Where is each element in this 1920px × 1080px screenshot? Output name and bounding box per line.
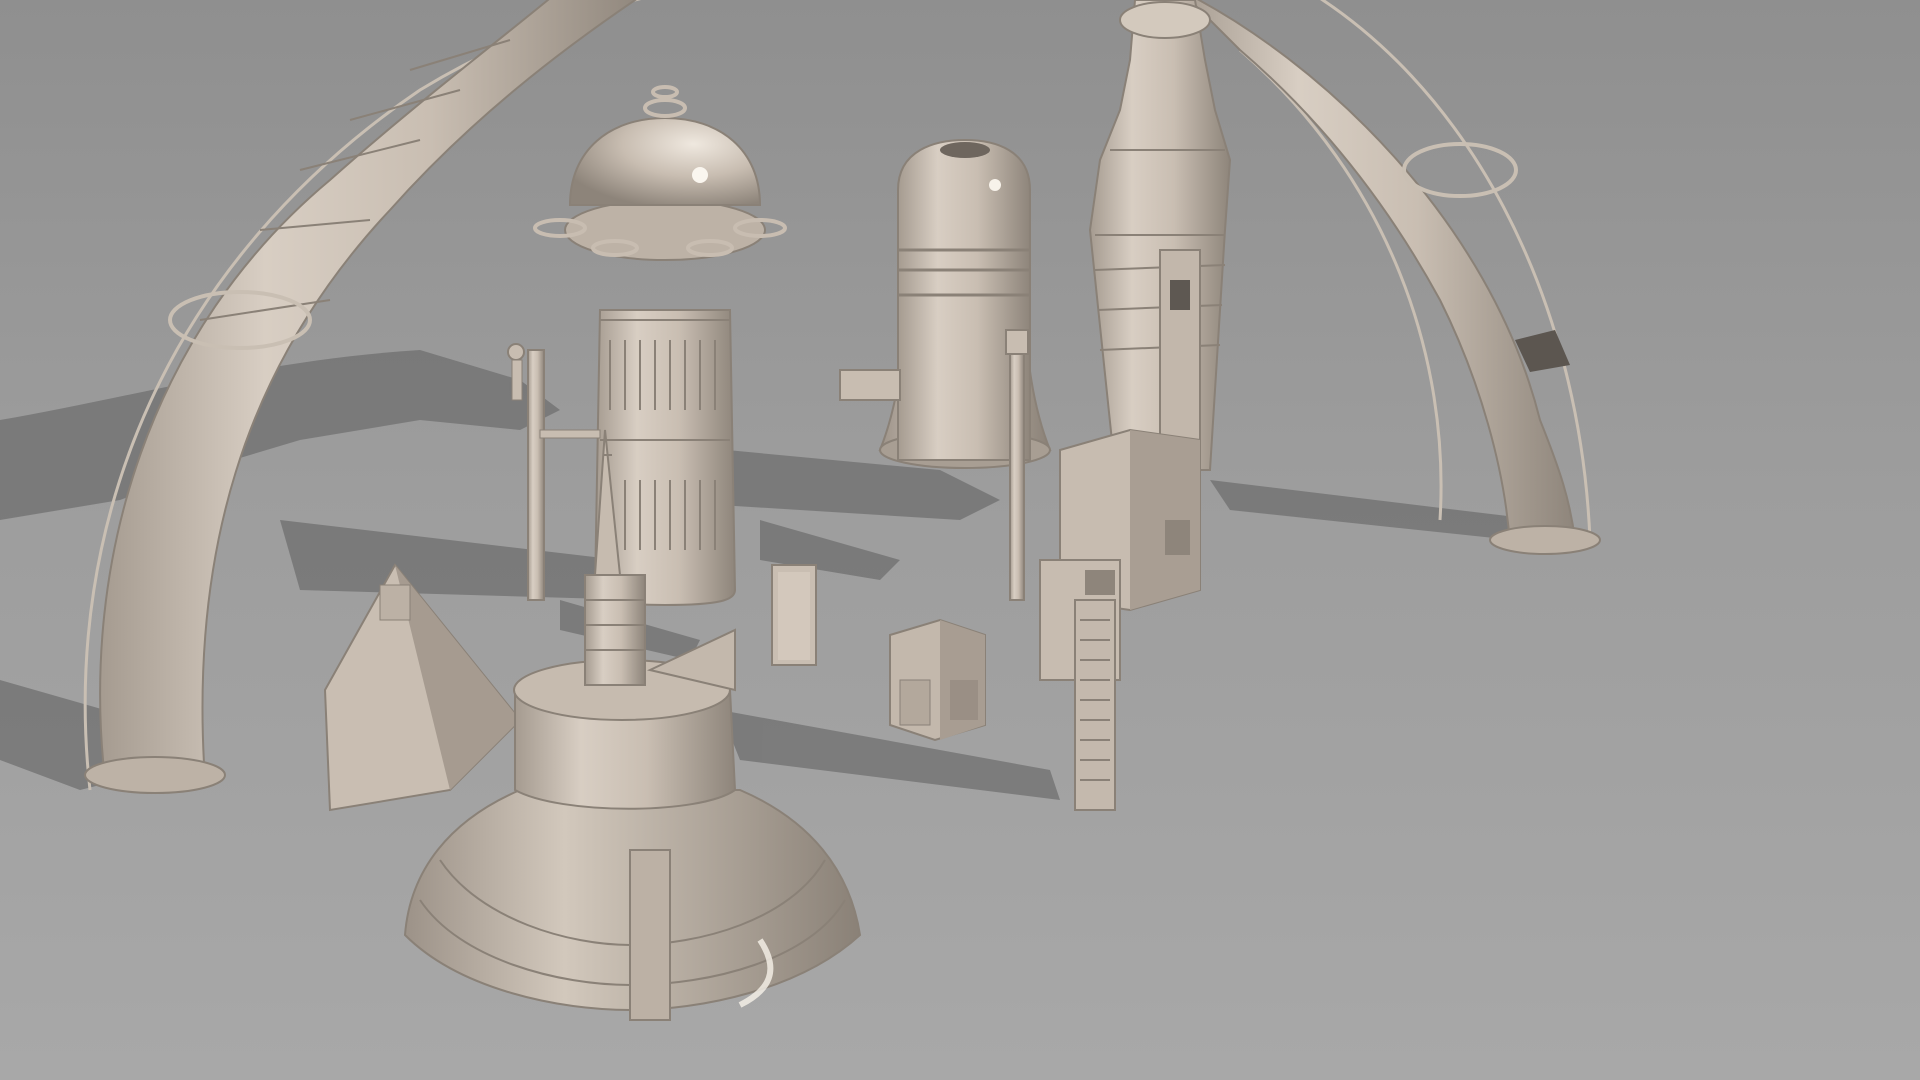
crate xyxy=(889,618,986,742)
ladder-column xyxy=(1074,599,1116,811)
signboard xyxy=(771,564,817,666)
scene-render xyxy=(0,0,1920,1080)
render-viewport xyxy=(0,0,1920,1080)
short-antenna xyxy=(1005,329,1029,601)
